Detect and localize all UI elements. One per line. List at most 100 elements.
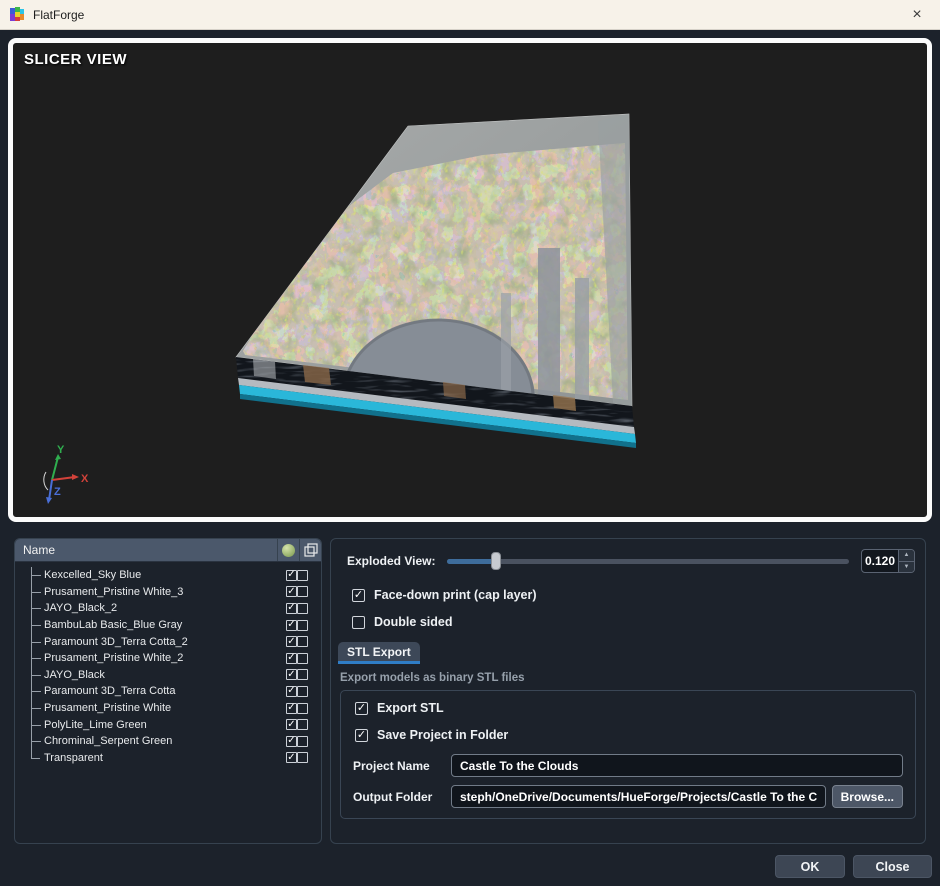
solo-checkbox[interactable] <box>297 653 308 664</box>
visible-checkbox[interactable] <box>286 752 297 763</box>
slider-handle[interactable] <box>491 552 501 570</box>
visible-checkbox[interactable] <box>286 653 297 664</box>
solo-checkbox[interactable] <box>297 752 308 763</box>
face-down-checkbox[interactable] <box>352 589 365 602</box>
filament-row[interactable]: PolyLite_Lime Green <box>15 716 321 733</box>
export-stl-row[interactable]: Export STL <box>355 701 903 715</box>
solo-checkbox[interactable] <box>297 636 308 647</box>
spin-up-icon[interactable]: ▲ <box>899 550 914 562</box>
double-sided-label: Double sided <box>374 615 452 629</box>
filament-name: Prusament_Pristine White <box>44 702 286 714</box>
export-stl-checkbox[interactable] <box>355 702 368 715</box>
filament-name: JAYO_Black_2 <box>44 602 286 614</box>
filament-row[interactable]: BambuLab Basic_Blue Gray <box>15 617 321 634</box>
output-folder-label: Output Folder <box>353 790 451 804</box>
filament-row[interactable]: Paramount 3D_Terra Cotta_2 <box>15 633 321 650</box>
solo-checkbox[interactable] <box>297 703 308 714</box>
project-name-label: Project Name <box>353 759 451 773</box>
filament-name: Chrominal_Serpent Green <box>44 735 286 747</box>
filament-name: Transparent <box>44 752 286 764</box>
filament-list-header: Name <box>15 539 321 562</box>
visible-checkbox[interactable] <box>286 736 297 747</box>
tree-branch <box>31 750 44 767</box>
filament-row[interactable]: JAYO_Black <box>15 667 321 684</box>
filament-row[interactable]: Paramount 3D_Terra Cotta <box>15 683 321 700</box>
project-name-input[interactable] <box>451 754 903 777</box>
exploded-view-value[interactable] <box>862 550 898 572</box>
exploded-view-spinbox[interactable]: ▲ ▼ <box>861 549 915 573</box>
tree-branch <box>31 617 44 634</box>
filament-name: Paramount 3D_Terra Cotta <box>44 685 286 697</box>
visible-checkbox[interactable] <box>286 586 297 597</box>
cube-icon <box>304 543 318 557</box>
output-folder-input[interactable] <box>451 785 826 808</box>
ok-button[interactable]: OK <box>775 855 845 878</box>
solo-checkbox[interactable] <box>297 620 308 631</box>
face-down-row[interactable]: Face-down print (cap layer) <box>352 588 925 602</box>
model-preview: Y X Z <box>13 43 927 517</box>
save-project-label: Save Project in Folder <box>377 728 508 742</box>
tree-branch <box>31 650 44 667</box>
exploded-view-slider[interactable] <box>447 552 849 570</box>
browse-button[interactable]: Browse... <box>832 785 903 808</box>
filament-row[interactable]: JAYO_Black_2 <box>15 600 321 617</box>
close-button[interactable]: Close <box>853 855 932 878</box>
save-project-checkbox[interactable] <box>355 729 368 742</box>
tab-stl-export[interactable]: STL Export <box>338 642 420 664</box>
solo-checkbox[interactable] <box>297 669 308 680</box>
visible-checkbox[interactable] <box>286 570 297 581</box>
solo-checkbox[interactable] <box>297 686 308 697</box>
visibility-column-header[interactable] <box>277 539 299 561</box>
tree-branch <box>31 683 44 700</box>
controls-panel: Exploded View: ▲ ▼ Face-down print (cap … <box>330 538 926 844</box>
tree-branch <box>31 667 44 684</box>
filament-row[interactable]: Chrominal_Serpent Green <box>15 733 321 750</box>
visible-checkbox[interactable] <box>286 669 297 680</box>
tree-branch <box>31 567 44 584</box>
spin-down-icon[interactable]: ▼ <box>899 562 914 573</box>
filament-row[interactable]: Prusament_Pristine White <box>15 700 321 717</box>
visible-checkbox[interactable] <box>286 719 297 730</box>
window-close-button[interactable]: × <box>904 1 930 29</box>
double-sided-row[interactable]: Double sided <box>352 615 925 629</box>
export-description: Export models as binary STL files <box>340 672 925 684</box>
slider-fill <box>447 559 495 564</box>
solo-checkbox[interactable] <box>297 603 308 614</box>
solo-checkbox[interactable] <box>297 570 308 581</box>
filament-row[interactable]: Prusament_Pristine White_2 <box>15 650 321 667</box>
filament-rows: Kexcelled_Sky Blue Prusament_Pristine Wh… <box>15 562 321 766</box>
filament-name: PolyLite_Lime Green <box>44 719 286 731</box>
column-name[interactable]: Name <box>15 539 277 561</box>
axis-z-label: Z <box>54 486 61 498</box>
slicer-viewport[interactable]: SLICER VIEW <box>8 38 932 522</box>
project-name-row: Project Name <box>353 754 903 777</box>
exploded-view-row: Exploded View: ▲ ▼ <box>331 539 925 573</box>
tree-branch <box>31 733 44 750</box>
tree-branch <box>31 584 44 601</box>
visible-checkbox[interactable] <box>286 620 297 631</box>
filament-name: Paramount 3D_Terra Cotta_2 <box>44 636 286 648</box>
double-sided-checkbox[interactable] <box>352 616 365 629</box>
filament-row[interactable]: Kexcelled_Sky Blue <box>15 567 321 584</box>
solo-column-header[interactable] <box>299 539 321 561</box>
tree-branch <box>31 633 44 650</box>
visible-checkbox[interactable] <box>286 636 297 647</box>
slider-track[interactable] <box>447 559 849 564</box>
axis-gizmo: Y X Z <box>44 444 89 504</box>
filament-name: BambuLab Basic_Blue Gray <box>44 619 286 631</box>
app-icon <box>10 7 25 22</box>
solo-checkbox[interactable] <box>297 586 308 597</box>
tree-branch <box>31 700 44 717</box>
exploded-view-label: Exploded View: <box>347 554 435 568</box>
visible-checkbox[interactable] <box>286 686 297 697</box>
solo-checkbox[interactable] <box>297 719 308 730</box>
solo-checkbox[interactable] <box>297 736 308 747</box>
filament-name: JAYO_Black <box>44 669 286 681</box>
save-project-row[interactable]: Save Project in Folder <box>355 728 903 742</box>
filament-row[interactable]: Prusament_Pristine White_3 <box>15 584 321 601</box>
visible-checkbox[interactable] <box>286 703 297 714</box>
stl-export-groupbox: Export STL Save Project in Folder Projec… <box>340 690 916 819</box>
sphere-icon <box>282 544 295 557</box>
visible-checkbox[interactable] <box>286 603 297 614</box>
filament-row[interactable]: Transparent <box>15 750 321 767</box>
